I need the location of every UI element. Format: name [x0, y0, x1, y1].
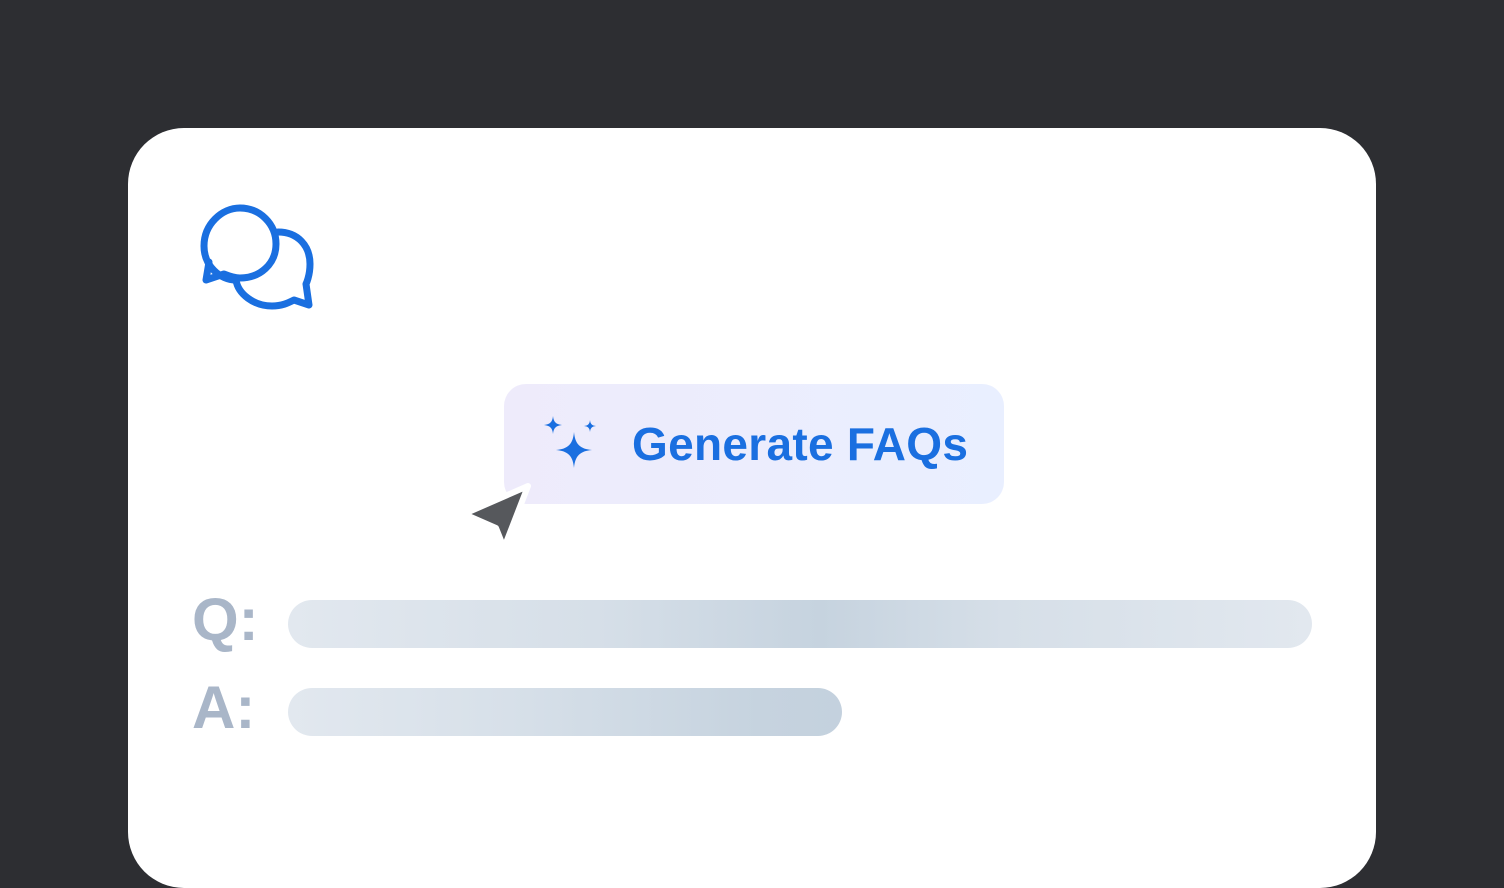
answer-label: A:	[192, 674, 256, 741]
sparkle-icon	[544, 416, 596, 468]
question-label: Q:	[192, 586, 259, 653]
chat-bubbles-icon	[200, 204, 314, 310]
generate-faqs-button[interactable]: Generate FAQs	[504, 384, 1004, 504]
question-placeholder-bar	[288, 600, 1312, 648]
arrow-pointer-icon	[461, 483, 531, 551]
answer-placeholder-bar	[288, 688, 842, 736]
generate-faqs-label: Generate FAQs	[632, 418, 969, 470]
